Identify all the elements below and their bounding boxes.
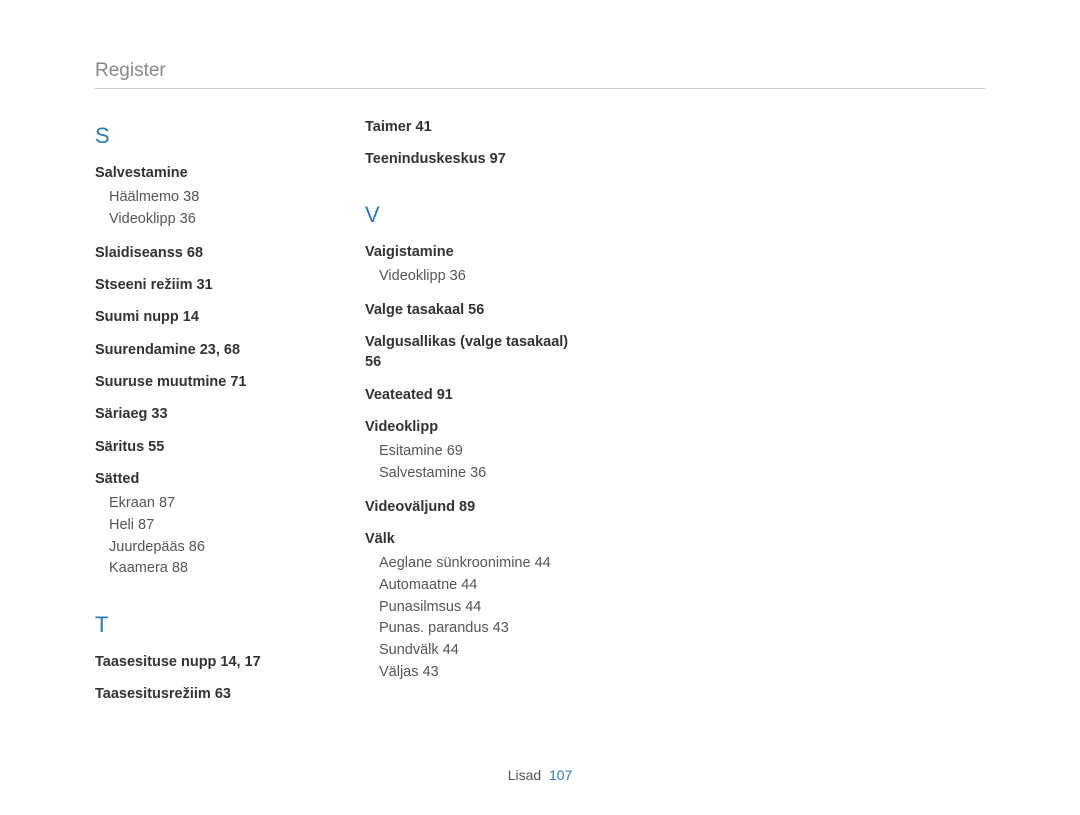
entry-valgusallikas: Valgusallikas (valge tasakaal) 56: [365, 332, 575, 373]
page-header: Register: [95, 60, 985, 89]
entry-taasesituse: Taasesituse nupp 14, 17: [95, 652, 305, 672]
entry-videoklipp: Videoklipp: [365, 417, 575, 437]
sub-item: Ekraan 87: [109, 493, 305, 515]
sub-item: Kaamera 88: [109, 558, 305, 580]
section-letter-v: V: [365, 202, 575, 228]
footer-label: Lisad: [508, 767, 541, 783]
sub-item: Juurdepääs 86: [109, 537, 305, 559]
entry-suuruse: Suuruse muutmine 71: [95, 372, 305, 392]
sub-item: Heli 87: [109, 515, 305, 537]
sub-item: Salvestamine 36: [379, 463, 575, 485]
entry-saritus: Säritus 55: [95, 437, 305, 457]
entry-valge: Valge tasakaal 56: [365, 300, 575, 320]
sub-list: Ekraan 87 Heli 87 Juurdepääs 86 Kaamera …: [95, 493, 305, 580]
entry-salvestamine: Salvestamine: [95, 163, 305, 183]
entry-videovaljund: Videoväljund 89: [365, 497, 575, 517]
page-footer: Lisad 107: [0, 767, 1080, 783]
sub-item: Sundvälk 44: [379, 640, 575, 662]
sub-item: Punas. parandus 43: [379, 618, 575, 640]
sub-item: Automaatne 44: [379, 575, 575, 597]
sub-list: Aeglane sünkroonimine 44 Automaatne 44 P…: [365, 553, 575, 684]
sub-list: Videoklipp 36: [365, 266, 575, 288]
entry-valk: Välk: [365, 529, 575, 549]
entry-slaidiseanss: Slaidiseanss 68: [95, 243, 305, 263]
column-1: S Salvestamine Häälmemo 38 Videoklipp 36…: [95, 117, 305, 705]
sub-item: Videoklipp 36: [379, 266, 575, 288]
entry-suurendamine: Suurendamine 23, 68: [95, 340, 305, 360]
index-columns: S Salvestamine Häälmemo 38 Videoklipp 36…: [95, 117, 985, 705]
section-letter-t: T: [95, 612, 305, 638]
entry-veateated: Veateated 91: [365, 385, 575, 405]
entry-taasesitusreziim: Taasesitusrežiim 63: [95, 684, 305, 704]
entry-stseeni: Stseeni režiim 31: [95, 275, 305, 295]
entry-sariaeg: Säriaeg 33: [95, 404, 305, 424]
column-2: Taimer 41 Teeninduskeskus 97 V Vaigistam…: [365, 117, 575, 705]
sub-item: Väljas 43: [379, 662, 575, 684]
sub-item: Videoklipp 36: [109, 209, 305, 231]
entry-suumi: Suumi nupp 14: [95, 307, 305, 327]
entry-vaigistamine: Vaigistamine: [365, 242, 575, 262]
sub-item: Aeglane sünkroonimine 44: [379, 553, 575, 575]
entry-teeninduskeskus: Teeninduskeskus 97: [365, 149, 575, 169]
sub-item: Häälmemo 38: [109, 187, 305, 209]
entry-satted: Sätted: [95, 469, 305, 489]
footer-page-number: 107: [549, 767, 572, 783]
sub-item: Punasilmsus 44: [379, 597, 575, 619]
section-letter-s: S: [95, 123, 305, 149]
sub-list: Esitamine 69 Salvestamine 36: [365, 441, 575, 485]
sub-list: Häälmemo 38 Videoklipp 36: [95, 187, 305, 231]
sub-item: Esitamine 69: [379, 441, 575, 463]
entry-taimer: Taimer 41: [365, 117, 575, 137]
